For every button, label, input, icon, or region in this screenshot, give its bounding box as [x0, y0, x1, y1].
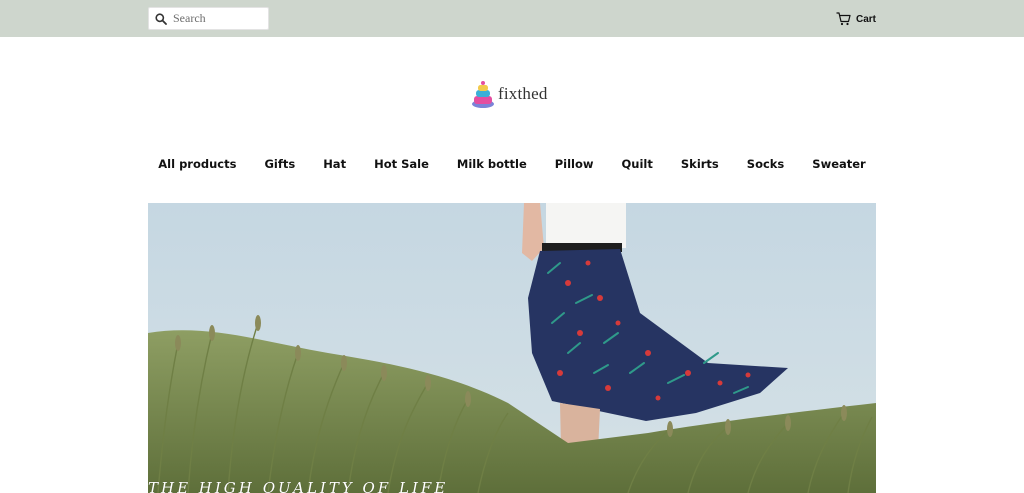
cake-logo-icon [472, 81, 494, 108]
hero-caption: THE HIGH QUALITY OF LIFE [148, 479, 449, 493]
nav-item-gifts[interactable]: Gifts [264, 157, 295, 175]
hero-image [148, 203, 876, 493]
nav-item-all-products[interactable]: All products [158, 157, 236, 175]
nav-item-milk-bottle[interactable]: Milk bottle [457, 157, 527, 175]
hero-banner[interactable]: THE HIGH QUALITY OF LIFE [148, 203, 876, 493]
nav-item-hat[interactable]: Hat [323, 157, 346, 175]
nav-item-quilt[interactable]: Quilt [622, 157, 653, 175]
announcement-bar: Cart [0, 0, 1024, 37]
site-logo[interactable]: fixthed [471, 79, 548, 109]
main-navigation: All products Gifts Hat Hot Sale Milk bot… [0, 157, 1024, 175]
nav-item-pillow[interactable]: Pillow [555, 157, 594, 175]
nav-item-skirts[interactable]: Skirts [681, 157, 719, 175]
cart-link[interactable]: Cart [836, 10, 876, 28]
search-input[interactable] [173, 8, 263, 29]
cart-icon [836, 12, 851, 26]
search-icon [155, 12, 167, 25]
logo-text: fixthed [498, 84, 548, 103]
nav-item-sweater[interactable]: Sweater [812, 157, 865, 175]
cart-label: Cart [856, 13, 877, 25]
nav-item-hot-sale[interactable]: Hot Sale [374, 157, 429, 175]
nav-item-socks[interactable]: Socks [747, 157, 785, 175]
search-box[interactable] [148, 7, 269, 30]
